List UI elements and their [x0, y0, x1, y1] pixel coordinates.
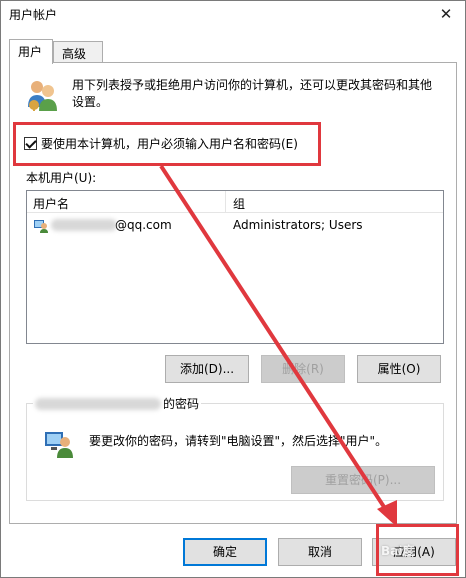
add-user-button[interactable]: 添加(D)...: [165, 355, 249, 383]
password-group-legend: 的密码: [33, 395, 202, 412]
intro-text: 用下列表授予或拒绝用户访问你的计算机，还可以更改其密码和其他设置。: [72, 78, 433, 109]
tab-users[interactable]: 用户: [9, 39, 53, 64]
redacted-account-name: [35, 397, 161, 410]
list-header: 用户名 组: [27, 191, 443, 213]
reset-password-button[interactable]: 重置密码(P)...: [291, 466, 435, 494]
user-icon: [34, 220, 48, 233]
group-cell: Administrators; Users: [233, 218, 363, 232]
watermark: Bai度: [381, 544, 415, 558]
window-title: 用户帐户: [9, 8, 58, 22]
checkbox-highlight-box: [13, 122, 321, 166]
password-group: 的密码 要更改你的密码，请转到"电脑设置"，然后选择"用户"。 重置密码(P).…: [26, 395, 444, 501]
users-icon: [28, 81, 57, 111]
column-header-username[interactable]: 用户名: [33, 195, 69, 212]
user-accounts-window: 用户帐户 ✕ 用户 高级 用下列表授予或拒绝用户访问你的计算机，还可以更改其密码…: [0, 0, 466, 578]
users-list[interactable]: 用户名 组 @qq.com Administrators; Users: [26, 190, 444, 344]
cancel-button[interactable]: 取消: [278, 538, 362, 566]
computer-user-icon: [45, 432, 73, 458]
title-bar: 用户帐户 ✕: [1, 1, 465, 29]
redacted-username: [51, 219, 117, 231]
ok-button[interactable]: 确定: [183, 538, 267, 566]
username-cell: @qq.com: [115, 218, 172, 232]
remove-user-button[interactable]: 删除(R): [261, 355, 345, 383]
password-group-title: 的密码: [163, 397, 200, 411]
close-icon[interactable]: ✕: [435, 4, 457, 24]
password-change-text: 要更改你的密码，请转到"电脑设置"，然后选择"用户"。: [89, 434, 388, 448]
column-header-group[interactable]: 组: [233, 195, 245, 212]
properties-button[interactable]: 属性(O): [357, 355, 441, 383]
column-divider[interactable]: [225, 191, 226, 213]
tab-advanced[interactable]: 高级: [53, 41, 103, 63]
table-row[interactable]: @qq.com Administrators; Users: [27, 215, 443, 235]
local-users-label: 本机用户(U):: [26, 171, 97, 185]
